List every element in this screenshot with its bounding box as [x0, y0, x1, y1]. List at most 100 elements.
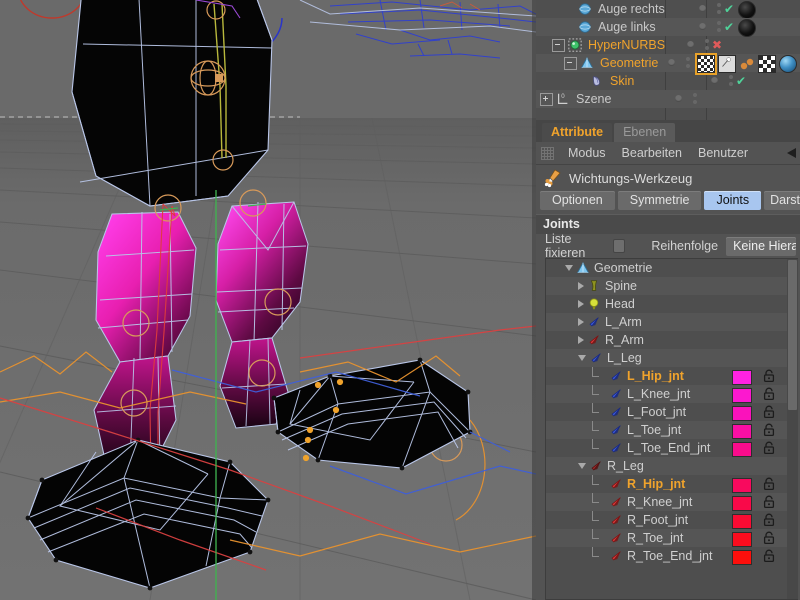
joints-list-row[interactable]: R_Knee_jnt — [546, 493, 798, 511]
joints-list-row[interactable]: Geometrie — [546, 259, 798, 277]
tab-attribute[interactable]: Attribute — [542, 123, 613, 142]
object-manager-row[interactable]: HyperNURBS ✖ — [536, 36, 800, 54]
editor-visibility-dot[interactable] — [699, 23, 706, 30]
lock-list-checkbox[interactable] — [613, 239, 626, 253]
object-visibility-dots[interactable] — [662, 54, 693, 72]
object-manager-row[interactable]: Auge links ✔ — [536, 18, 800, 37]
tree-expander-icon[interactable] — [564, 54, 577, 72]
collapse-triangle-icon[interactable] — [578, 463, 586, 469]
joint-lock-icon[interactable] — [762, 369, 776, 383]
tree-expander-icon[interactable] — [576, 72, 587, 90]
weight-tag-icon[interactable] — [695, 52, 717, 75]
render-visibility-dot-upper[interactable] — [717, 3, 721, 7]
tool-subtabs[interactable]: Optionen Symmetrie Joints Darstell — [536, 191, 800, 214]
joint-lock-icon[interactable] — [762, 513, 776, 527]
joints-list-scroll-thumb[interactable] — [788, 260, 797, 410]
collapse-triangle-icon[interactable] — [565, 265, 573, 271]
joints-list-row[interactable]: L_Hip_jnt — [546, 367, 798, 385]
joint-color-swatch[interactable] — [732, 442, 752, 457]
enabled-check-icon[interactable]: ✔ — [736, 72, 746, 90]
render-visibility-dot-lower[interactable] — [729, 82, 733, 86]
joint-color-swatch[interactable] — [732, 478, 752, 493]
joints-list-row[interactable]: Spine — [546, 277, 798, 295]
editor-visibility-dot[interactable] — [667, 59, 675, 66]
3d-viewport[interactable] — [0, 0, 536, 600]
subtab-darstellung[interactable]: Darstell — [764, 191, 800, 210]
joints-list-row[interactable]: Head — [546, 295, 798, 313]
object-row-label-group[interactable]: Skin — [536, 72, 705, 90]
object-visibility-dots[interactable]: ✔ — [705, 72, 746, 90]
object-row-label-group[interactable]: Geometrie — [536, 54, 662, 72]
joints-list-row[interactable]: L_Toe_End_jnt — [546, 439, 798, 457]
joint-lock-icon[interactable] — [762, 405, 776, 419]
expand-triangle-icon[interactable] — [578, 318, 584, 326]
expand-triangle-icon[interactable] — [578, 336, 584, 344]
menu-bearbeiten[interactable]: Bearbeiten — [614, 146, 690, 160]
object-row-label-group[interactable]: Auge links — [536, 18, 693, 36]
joints-list-row[interactable]: R_Foot_jnt — [546, 511, 798, 529]
joint-color-swatch[interactable] — [732, 532, 752, 547]
editor-visibility-dot[interactable] — [711, 77, 718, 84]
joint-color-swatch[interactable] — [732, 496, 752, 511]
order-dropdown[interactable]: Keine Hiera — [726, 236, 796, 256]
joint-lock-icon[interactable] — [762, 441, 776, 455]
object-tag-strip[interactable] — [734, 18, 800, 37]
joint-lock-icon[interactable] — [762, 549, 776, 563]
expand-triangle-icon[interactable] — [578, 300, 584, 308]
joints-list-row[interactable]: L_Arm — [546, 313, 798, 331]
enabled-check-icon[interactable]: ✔ — [724, 18, 734, 36]
disabled-cross-icon[interactable]: ✖ — [712, 36, 722, 54]
attribute-manager-tabbar[interactable]: Attribute Ebenen — [536, 120, 800, 142]
object-tag-strip[interactable] — [734, 0, 800, 19]
render-visibility-dot-lower[interactable] — [717, 10, 721, 14]
tree-expander-icon[interactable] — [540, 90, 553, 108]
joint-color-swatch[interactable] — [732, 514, 752, 529]
joints-list[interactable]: Geometrie Spine Head L_Arm R_Arm L_Leg L_Hip_j… — [545, 258, 798, 600]
object-row-label-group[interactable]: HyperNURBS — [536, 36, 681, 54]
joints-list-row[interactable]: L_Toe_jnt — [546, 421, 798, 439]
joint-tag-icon[interactable] — [718, 54, 736, 73]
joint-color-swatch[interactable] — [732, 550, 752, 565]
tree-expander-icon[interactable] — [552, 36, 565, 54]
object-row-label-group[interactable]: 0 Szene — [536, 90, 669, 108]
object-manager-row[interactable]: Auge rechts ✔ — [536, 0, 800, 19]
joint-lock-icon[interactable] — [762, 423, 776, 437]
object-visibility-dots[interactable] — [669, 90, 710, 108]
material-tag-black-icon[interactable] — [738, 0, 756, 19]
joints-list-row[interactable]: L_Foot_jnt — [546, 403, 798, 421]
material-tag-orange-icon[interactable] — [739, 56, 755, 72]
object-visibility-dots[interactable]: ✔ — [693, 0, 734, 18]
joints-list-scrollbar[interactable] — [787, 259, 798, 599]
joint-color-swatch[interactable] — [732, 370, 752, 385]
tree-expander-icon[interactable] — [564, 0, 575, 18]
material-tag-black-icon[interactable] — [738, 18, 756, 37]
joint-lock-icon[interactable] — [762, 387, 776, 401]
editor-visibility-dot[interactable] — [675, 95, 682, 102]
object-tag-strip[interactable] — [722, 36, 800, 54]
object-row-label-group[interactable]: Auge rechts — [536, 0, 693, 18]
attribute-manager-menubar[interactable]: Modus Bearbeiten Benutzer — [536, 142, 800, 165]
render-visibility-dot-lower[interactable] — [685, 64, 690, 68]
render-visibility-dot-lower[interactable] — [693, 100, 697, 104]
collapse-triangle-icon[interactable] — [578, 355, 586, 361]
object-visibility-dots[interactable]: ✔ — [693, 18, 734, 36]
joints-list-row[interactable]: R_Toe_End_jnt — [546, 547, 798, 565]
object-tag-strip[interactable] — [746, 72, 800, 90]
joint-color-swatch[interactable] — [732, 388, 752, 403]
render-visibility-dot-lower[interactable] — [705, 46, 709, 50]
subtab-optionen[interactable]: Optionen — [540, 191, 615, 210]
render-visibility-dot-upper[interactable] — [729, 75, 733, 79]
render-visibility-dot-lower[interactable] — [717, 28, 721, 32]
subtab-symmetrie[interactable]: Symmetrie — [617, 191, 702, 210]
object-manager-row[interactable]: 0 Szene — [536, 90, 800, 108]
subtab-joints[interactable]: Joints — [704, 191, 762, 210]
joints-list-row[interactable]: R_Arm — [546, 331, 798, 349]
joint-color-swatch[interactable] — [732, 424, 752, 439]
material-tag-checker-icon[interactable] — [758, 54, 776, 73]
joint-lock-icon[interactable] — [762, 495, 776, 509]
joints-list-row[interactable]: L_Leg — [546, 349, 798, 367]
menu-grip-icon[interactable] — [541, 146, 554, 160]
material-tag-blue-sphere-icon[interactable] — [779, 54, 797, 73]
render-visibility-dot-upper[interactable] — [705, 39, 709, 43]
menu-benutzer[interactable]: Benutzer — [690, 146, 756, 160]
